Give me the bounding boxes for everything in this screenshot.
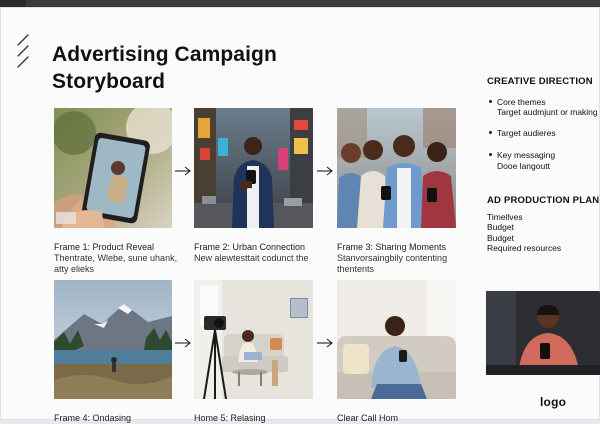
creative-bullet-1-text: Core themes <box>497 96 546 107</box>
page-title-line-1: Advertising Campaign <box>52 43 277 66</box>
top-bar <box>0 0 600 7</box>
creative-bullet-3: Key messaging Dooe langoutt <box>487 150 600 171</box>
frame-3-image <box>337 108 456 228</box>
frame-1-image <box>54 108 172 228</box>
page-title: Advertising Campaign Storyboard <box>52 41 312 95</box>
side-preview-image <box>486 291 600 375</box>
frame-4-image <box>54 280 172 399</box>
creative-bullet-2: Target audieres <box>487 128 600 139</box>
frame-6-title: Clear Call Hom <box>337 413 399 423</box>
frame-3-description-line-2: thentents <box>337 264 375 274</box>
frame-2-image <box>194 108 313 228</box>
hatch-marks-icon <box>17 34 29 68</box>
arrow-right-icon <box>175 338 191 348</box>
ad-production-item-3: Budget <box>487 232 514 243</box>
ad-production-item-1: Timellves <box>487 211 523 222</box>
frame-1-description-line-2: atty elieks <box>54 264 95 274</box>
frame-2-caption: Frame 2: Urban Connection New alewtestta… <box>194 242 329 264</box>
bullet-dot-icon <box>489 99 492 103</box>
frame-3-title: Frame 3: Sharing Moments <box>337 242 447 252</box>
creative-bullet-1: Core themes Target audmjunt or making <box>487 97 600 118</box>
frame-1-caption: Frame 1: Product Reveal Thentrate, Wlebe… <box>54 242 184 275</box>
bullet-dot-icon <box>489 153 492 156</box>
frame-4-caption: Frame 4: Ondasing <box>54 413 184 424</box>
brand-logo: logo <box>540 395 567 409</box>
frame-3-description-line-1: Stanvorsaingbily contenting <box>337 253 448 263</box>
frame-2-title: Frame 2: Urban Connection <box>194 242 306 252</box>
frame-6-caption: Clear Call Hom <box>337 413 477 424</box>
creative-bullet-2-text: Target audieres <box>497 127 556 138</box>
bullet-dot-icon <box>489 130 492 134</box>
ad-production-section: AD PRODUCTION PLANNING Timellves Budget … <box>487 195 600 254</box>
ad-production-heading: AD PRODUCTION PLANNING <box>487 195 600 206</box>
creative-direction-section: CREATIVE DIRECTION Core themes Target au… <box>487 76 600 171</box>
creative-bullet-1-detail: Target audmjunt or making <box>497 107 598 117</box>
frame-1-title: Frame 1: Product Reveal <box>54 242 155 252</box>
creative-bullet-3-detail: Dooe langoutt <box>497 160 550 171</box>
frame-5-title: Home 5: Relasing <box>194 413 266 423</box>
page-title-line-2: Storyboard <box>52 70 166 93</box>
frame-5-image <box>194 280 313 399</box>
frame-6-image <box>337 280 456 399</box>
arrow-right-icon <box>317 166 333 176</box>
arrow-right-icon <box>175 166 191 176</box>
frame-4-title: Frame 4: Ondasing <box>54 413 132 423</box>
ad-production-item-4: Required resources <box>487 243 562 253</box>
arrow-right-icon <box>317 338 333 348</box>
ad-production-item-2: Budget <box>487 222 514 232</box>
frame-5-caption: Home 5: Relasing <box>194 413 329 424</box>
frame-1-description-line-1: Thentrate, Wlebe, sune uhank, <box>54 253 178 263</box>
storyboard-page: Advertising Campaign Storyboard Frame 1:… <box>0 7 600 423</box>
frame-2-description-line-1: New alewtesttait codunct the <box>194 253 309 263</box>
frame-3-caption: Frame 3: Sharing Moments Stanvorsaingbil… <box>337 242 477 275</box>
creative-bullet-3-text: Key messaging <box>497 150 556 160</box>
top-bar-accent <box>0 0 26 7</box>
creative-direction-heading: CREATIVE DIRECTION <box>487 76 593 87</box>
